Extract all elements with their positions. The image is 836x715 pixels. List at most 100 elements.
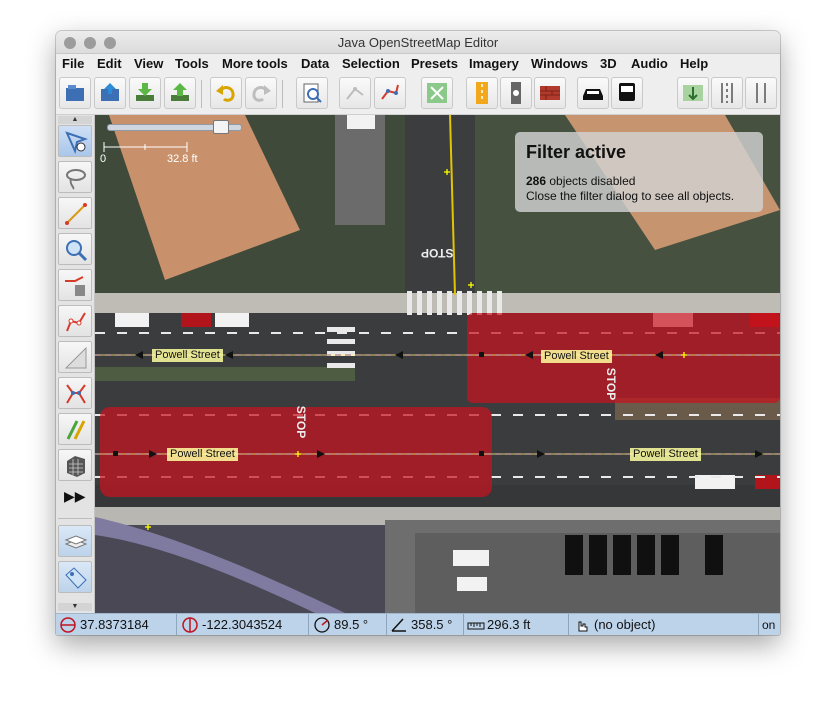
main-toolbar [56,74,780,115]
layers-toggle-button[interactable] [58,525,92,557]
scroll-up-arrow[interactable]: ▲ [58,116,92,124]
latitude-icon [60,617,76,633]
menu-selection[interactable]: Selection [342,56,400,71]
delete-mode-button[interactable] [58,269,92,301]
menu-more-tools[interactable]: More tools [222,56,288,71]
lasso-icon [66,169,86,190]
menu-windows[interactable]: Windows [531,56,588,71]
angle-icon [391,618,406,632]
combine-way-icon [381,84,399,100]
menu-help[interactable]: Help [680,56,708,71]
map-view[interactable]: Powell Street Powell Street Powell Stree… [95,115,780,613]
preset-road-button[interactable] [466,77,498,109]
filter-heading: Filter active [526,142,627,162]
fit-view-icon [427,83,447,103]
layers-icon [64,535,88,549]
traffic-light-icon [511,82,521,104]
tag-label-icon [65,567,87,589]
menu-data[interactable]: Data [301,56,329,71]
menu-audio[interactable]: Audio [631,56,668,71]
zoom-magnifier-icon [66,240,88,262]
latitude-field: 37.8373184 [60,617,176,633]
status-separator [176,614,177,635]
preset-bus-button[interactable] [611,77,643,109]
status-bar: 37.8373184 -122.3043524 89.5 ° 358.5 ° 2… [56,613,780,635]
menu-imagery[interactable]: Imagery [469,56,519,71]
draw-tool-button[interactable] [339,77,371,109]
undo-icon [216,85,235,102]
angle-value: 358.5 ° [411,617,453,632]
parallel-mode-button[interactable] [58,341,92,373]
download-icon [136,83,154,101]
heading-value: 89.5 ° [334,617,369,632]
redo-icon [252,85,271,102]
status-overflow-text: on [762,618,776,632]
improve-way-button[interactable] [58,305,92,337]
imagery-offset-button[interactable] [677,77,709,109]
imagery-offset-icon [683,85,703,101]
josm-window: Java OpenStreetMap Editor File Edit View… [56,31,780,635]
upload-button[interactable] [164,77,196,109]
more-tools-chevron-icon[interactable]: ▶▶ [64,488,86,505]
draw-nodes-icon [346,87,364,100]
brick-wall-icon [540,86,560,100]
filter-disabled-count-line: 286 objects disabled [526,174,635,188]
road-icon [476,82,488,104]
filter-hint: Close the filter dialog to see all objec… [526,189,735,203]
scroll-down-arrow[interactable]: ▼ [58,603,92,611]
menu-3d[interactable]: 3D [600,56,617,71]
extrude-mode-button[interactable] [58,449,92,481]
disabled-count-suffix: objects disabled [546,174,636,188]
triangle-ruler-icon [64,346,87,369]
hand-cursor-icon [578,621,588,632]
car-icon [583,89,603,100]
preset-wall-button[interactable] [534,77,566,109]
lanes-button[interactable] [711,77,743,109]
longitude-value: -122.3043524 [202,617,283,632]
menu-bar: File Edit View Tools More tools Data Sel… [56,54,780,74]
draw-building-button[interactable] [58,413,92,445]
street-label: Powell Street [167,448,238,461]
redo-button[interactable] [245,77,277,109]
zoom-slider-thumb[interactable] [213,120,229,134]
parallel-lines-icon [756,83,766,103]
undo-button[interactable] [210,77,242,109]
mode-toolbar: ▲ ▶▶ ▼ [56,115,95,613]
menu-file[interactable]: File [62,56,84,71]
menu-tools[interactable]: Tools [175,56,209,71]
window-title: Java OpenStreetMap Editor [337,35,499,50]
bus-icon [619,83,635,101]
preset-car-button[interactable] [577,77,609,109]
street-label: Powell Street [541,350,612,363]
menu-presets[interactable]: Presets [411,56,458,71]
combine-way-button[interactable] [374,77,406,109]
pencils-icon [66,420,86,440]
status-separator [568,614,569,635]
disabled-count: 286 [526,174,547,188]
parallel-way-button[interactable] [745,77,777,109]
open-folder-icon [66,85,84,101]
street-label: Powell Street [152,349,223,362]
stop-road-marking: STOP [294,405,309,439]
scale-end-label: 32.8 ft [167,153,198,165]
menu-view[interactable]: View [134,56,163,71]
latitude-value: 37.8373184 [80,617,149,632]
angle-field: 358.5 ° [391,617,463,633]
fit-view-button[interactable] [421,77,453,109]
distance-field: 296.3 ft [467,617,567,633]
stop-road-marking: STOP [604,367,619,401]
select-mode-button[interactable] [58,125,92,157]
split-way-button[interactable] [58,377,92,409]
tags-toggle-button[interactable] [58,561,92,593]
zoom-mode-button[interactable] [58,233,92,265]
draw-mode-button[interactable] [58,197,92,229]
preset-traffic-signals-button[interactable] [500,77,532,109]
status-separator [758,614,759,635]
preferences-button[interactable] [296,77,328,109]
lasso-mode-button[interactable] [58,161,92,193]
save-button[interactable] [94,77,126,109]
sidebar-separator [58,518,92,519]
open-file-button[interactable] [59,77,91,109]
menu-edit[interactable]: Edit [97,56,122,71]
download-button[interactable] [129,77,161,109]
